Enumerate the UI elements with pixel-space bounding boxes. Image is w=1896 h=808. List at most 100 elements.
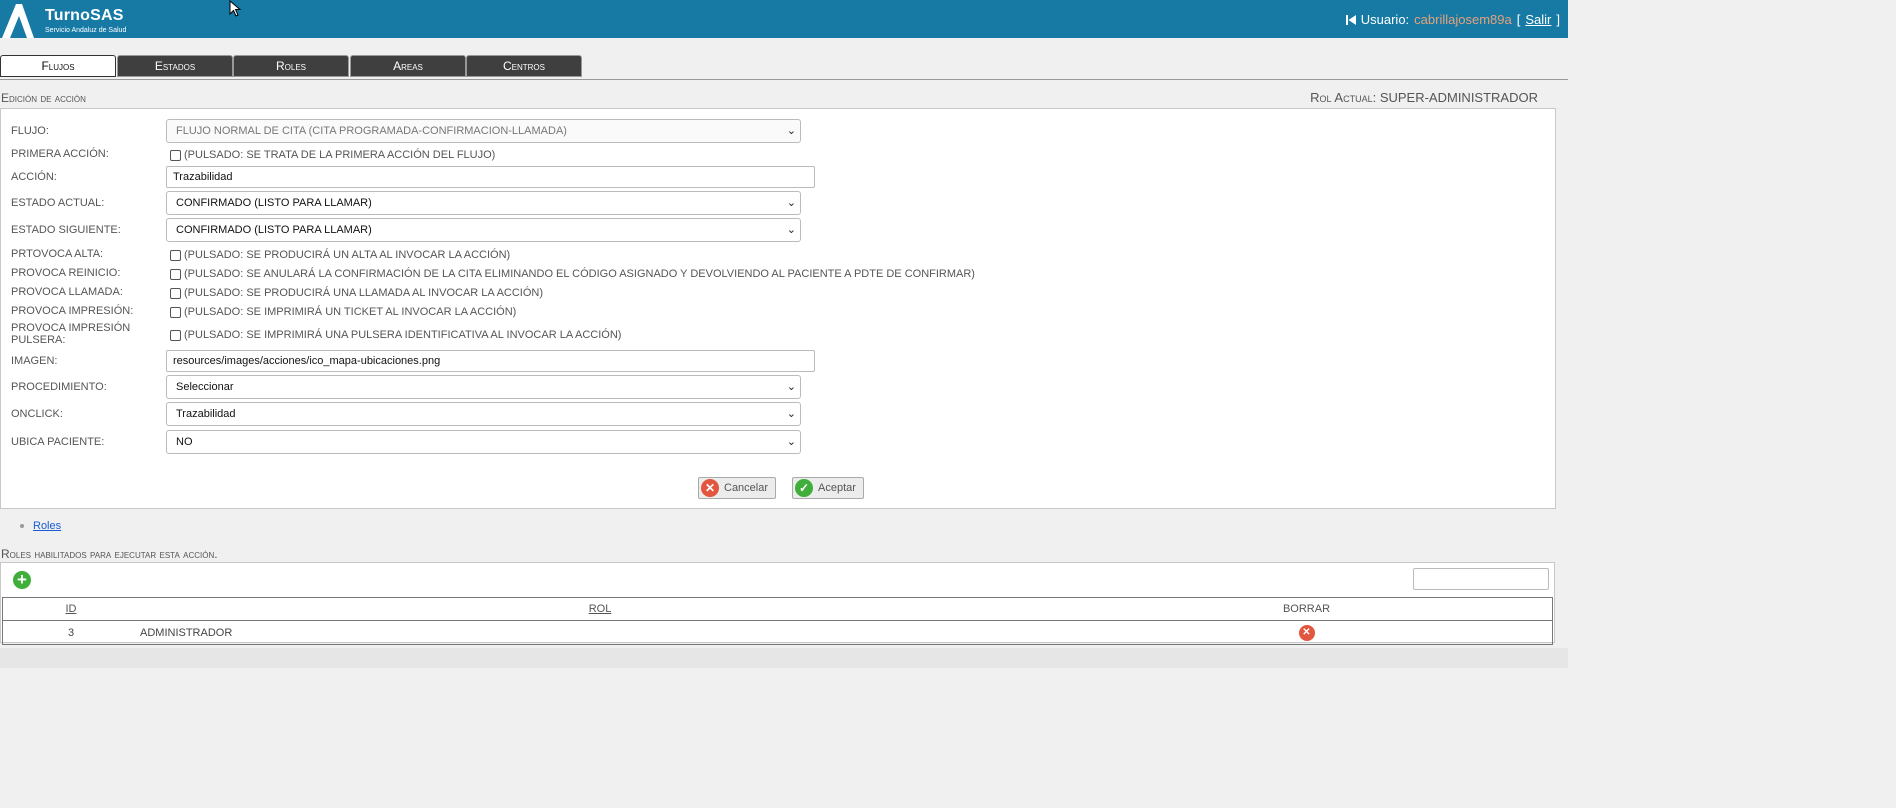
provoca-reinicio-label: PROVOCA REINICIO: [11, 267, 121, 279]
chevron-down-icon: ⌄ [786, 125, 796, 137]
provoca-llamada-checkbox[interactable] [170, 287, 181, 299]
provoca-reinicio-text: (PULSADO: SE ANULARÁ LA CONFIRMACIÓN DE … [184, 268, 975, 280]
current-role: Rol Actual: SUPER-ADMINISTRADOR [1310, 90, 1538, 105]
provoca-impresion-pulsera-label: PROVOCA IMPRESIÓN PULSERA: [11, 322, 130, 346]
tab-estados[interactable]: Estados [117, 55, 233, 77]
sort-rol-link[interactable]: ROL [589, 603, 612, 615]
accion-label: ACCIÓN: [11, 171, 57, 183]
plus-circle-icon[interactable]: + [13, 571, 31, 589]
roles-table: ID ROL BORRAR 3 ADMINISTRADOR ✕ [2, 597, 1553, 645]
footer-bar [0, 648, 1568, 668]
primera-accion-text: (PULSADO: SE TRATA DE LA PRIMERA ACCIÓN … [184, 149, 496, 161]
brand-subtitle: Servicio Andaluz de Salud [45, 27, 127, 34]
roles-caption: Roles habilitados para ejecutar esta acc… [1, 547, 218, 561]
accion-input[interactable]: Trazabilidad [166, 166, 815, 188]
logout-bracket-close: ] [1556, 12, 1560, 27]
imagen-input[interactable]: resources/images/acciones/ico_mapa-ubica… [166, 350, 815, 372]
procedimiento-value: Seleccionar [176, 381, 234, 393]
procedimiento-select[interactable]: Seleccionar ⌄ [166, 375, 801, 399]
roles-panel: + ID ROL BORRAR 3 ADMINISTRADOR ✕ [0, 562, 1555, 645]
onclick-label: ONCLICK: [11, 408, 63, 420]
estado-actual-value: CONFIRMADO (LISTO PARA LLAMAR) [176, 197, 372, 209]
mouse-pointer-icon [229, 0, 242, 17]
column-header-borrar: BORRAR [1061, 597, 1553, 621]
pulsera-label-line2: PULSERA: [11, 334, 66, 346]
ubica-paciente-select[interactable]: NO ⌄ [166, 430, 801, 454]
primera-accion-label: PRIMERA ACCIÓN: [11, 148, 109, 160]
breadcrumb-roles-link[interactable]: Roles [33, 520, 61, 532]
main-tabs: Flujos Estados Roles Areas Centros [0, 55, 1568, 80]
action-form: FLUJO: FLUJO NORMAL DE CITA (CITA PROGRA… [0, 108, 1556, 509]
skip-back-icon[interactable] [1345, 14, 1356, 25]
chevron-down-icon: ⌄ [786, 224, 796, 236]
provoca-impresion-checkbox[interactable] [170, 306, 181, 318]
accept-button[interactable]: ✓ Aceptar [792, 477, 864, 499]
provoca-reinicio-checkbox[interactable] [170, 268, 181, 280]
column-header-rol: ROL [139, 597, 1061, 621]
primera-accion-checkbox-row: (PULSADO: SE TRATA DE LA PRIMERA ACCIÓN … [170, 149, 495, 161]
ubica-paciente-value: NO [176, 436, 193, 448]
provoca-llamada-label: PROVOCA LLAMADA: [11, 286, 123, 298]
provoca-impresion-row: (PULSADO: SE IMPRIMIRÁ UN TICKET AL INVO… [170, 306, 516, 318]
logout-link[interactable]: Salir [1525, 12, 1551, 27]
sas-logo-icon [2, 4, 34, 38]
tab-centros[interactable]: Centros [466, 55, 582, 77]
onclick-value: Trazabilidad [176, 408, 236, 420]
user-area: Usuario: cabrillajosem89a [ Salir ] [1345, 12, 1560, 27]
flujo-label: FLUJO: [11, 125, 49, 137]
tab-roles[interactable]: Roles [233, 55, 349, 77]
user-name: cabrillajosem89a [1414, 12, 1512, 27]
row-id: 3 [67, 626, 75, 639]
provoca-llamada-row: (PULSADO: SE PRODUCIRÁ UNA LLAMADA AL IN… [170, 287, 543, 299]
provoca-impresion-pulsera-text: (PULSADO: SE IMPRIMIRÁ UNA PULSERA IDENT… [184, 329, 622, 341]
provoca-llamada-text: (PULSADO: SE PRODUCIRÁ UNA LLAMADA AL IN… [184, 287, 544, 299]
logout-bracket-open: [ [1516, 12, 1521, 27]
pulsera-label-line1: PROVOCA IMPRESIÓN [11, 322, 131, 334]
row-delete-cell: ✕ [1061, 621, 1553, 645]
provoca-impresion-label: PROVOCA IMPRESIÓN: [11, 305, 134, 317]
chevron-down-icon: ⌄ [786, 408, 796, 420]
estado-actual-label: ESTADO ACTUAL: [11, 197, 105, 209]
x-circle-icon[interactable]: ✕ [1298, 624, 1315, 641]
chevron-down-icon: ⌄ [786, 197, 796, 209]
table-row: 3 ADMINISTRADOR ✕ [3, 621, 1553, 645]
flujo-select[interactable]: FLUJO NORMAL DE CITA (CITA PROGRAMADA-CO… [166, 119, 801, 143]
provoca-alta-label: PRTOVOCA ALTA: [11, 248, 104, 260]
row-rol: ADMINISTRADOR [140, 626, 233, 639]
page-title: Edición de acción [1, 91, 86, 105]
accept-label: Aceptar [818, 482, 856, 494]
estado-siguiente-label: ESTADO SIGUIENTE: [11, 224, 121, 236]
x-circle-icon: ✕ [701, 479, 719, 497]
estado-actual-select[interactable]: CONFIRMADO (LISTO PARA LLAMAR) ⌄ [166, 191, 801, 215]
provoca-alta-row: (PULSADO: SE PRODUCIRÁ UN ALTA AL INVOCA… [170, 249, 510, 261]
bullet-icon [20, 524, 24, 528]
provoca-alta-checkbox[interactable] [170, 249, 181, 261]
chevron-down-icon: ⌄ [786, 381, 796, 393]
sort-id-link[interactable]: ID [66, 603, 77, 615]
ubica-paciente-label: UBICA PACIENTE: [11, 436, 105, 448]
filter-input[interactable] [1413, 568, 1549, 590]
check-circle-icon: ✓ [795, 479, 813, 497]
table-header-row: ID ROL BORRAR [2, 597, 1553, 621]
tab-flujos[interactable]: Flujos [0, 55, 116, 77]
cancel-button[interactable]: ✕ Cancelar [698, 477, 777, 499]
provoca-impresion-text: (PULSADO: SE IMPRIMIRÁ UN TICKET AL INVO… [184, 306, 517, 318]
provoca-alta-text: (PULSADO: SE PRODUCIRÁ UN ALTA AL INVOCA… [184, 249, 511, 261]
brand-title: TurnoSAS [45, 7, 124, 24]
provoca-impresion-pulsera-row: (PULSADO: SE IMPRIMIRÁ UNA PULSERA IDENT… [170, 329, 621, 341]
chevron-down-icon: ⌄ [786, 436, 796, 448]
imagen-label: IMAGEN: [11, 355, 58, 367]
estado-siguiente-select[interactable]: CONFIRMADO (LISTO PARA LLAMAR) ⌄ [166, 218, 801, 242]
flujo-value: FLUJO NORMAL DE CITA (CITA PROGRAMADA-CO… [176, 125, 567, 137]
tab-areas[interactable]: Areas [350, 55, 466, 77]
user-label: Usuario: [1360, 12, 1410, 27]
provoca-reinicio-row: (PULSADO: SE ANULARÁ LA CONFIRMACIÓN DE … [170, 268, 975, 280]
breadcrumb: Roles [20, 520, 61, 532]
provoca-impresion-pulsera-checkbox[interactable] [170, 329, 181, 341]
onclick-select[interactable]: Trazabilidad ⌄ [166, 402, 801, 426]
primera-accion-checkbox[interactable] [170, 149, 181, 161]
estado-siguiente-value: CONFIRMADO (LISTO PARA LLAMAR) [176, 224, 372, 236]
cancel-label: Cancelar [724, 482, 769, 494]
procedimiento-label: PROCEDIMIENTO: [11, 381, 107, 393]
column-header-id: ID [2, 597, 139, 621]
